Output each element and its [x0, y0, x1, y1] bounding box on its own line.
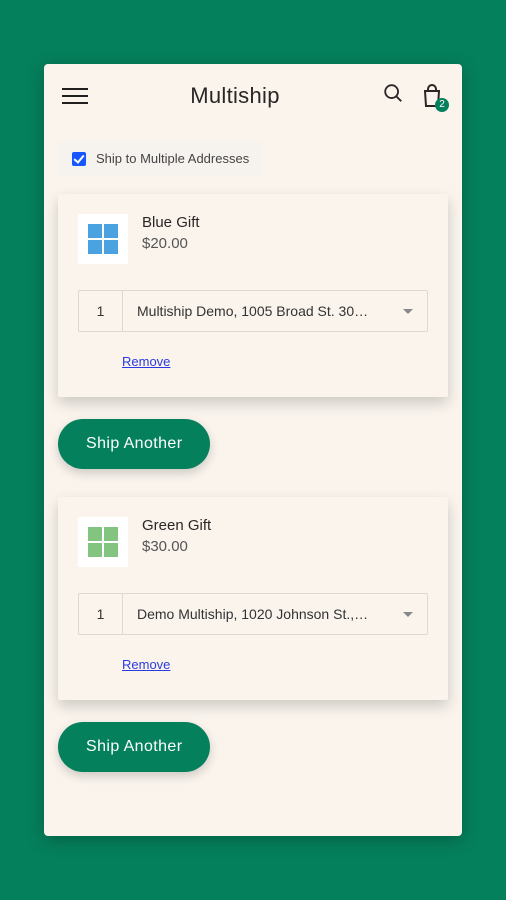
address-value: Multiship Demo, 1005 Broad St. 30… [137, 303, 397, 319]
page-title: Multiship [102, 83, 368, 109]
product-thumbnail [78, 214, 128, 264]
product-price: $20.00 [142, 235, 200, 252]
multiship-checkbox[interactable] [72, 152, 86, 166]
product-row: Green Gift $30.00 [78, 517, 428, 567]
address-value: Demo Multiship, 1020 Johnson St.,… [137, 606, 397, 622]
content: Ship to Multiple Addresses Blue Gift $20… [44, 123, 462, 836]
shipment-card: Blue Gift $20.00 1 Multiship Demo, 1005 … [58, 194, 448, 397]
product-price: $30.00 [142, 538, 211, 555]
product-row: Blue Gift $20.00 [78, 214, 428, 264]
search-icon[interactable] [382, 82, 404, 109]
chevron-down-icon [403, 309, 413, 314]
remove-link[interactable]: Remove [122, 354, 428, 369]
quantity-address-row: 1 Multiship Demo, 1005 Broad St. 30… [78, 290, 428, 332]
cart-icon[interactable]: 2 [420, 83, 444, 109]
quantity-input[interactable]: 1 [79, 291, 123, 331]
product-name: Green Gift [142, 517, 211, 534]
menu-icon[interactable] [62, 83, 88, 109]
multiship-checkbox-label: Ship to Multiple Addresses [96, 151, 249, 166]
ship-another-button[interactable]: Ship Another [58, 419, 210, 469]
header: Multiship 2 [44, 64, 462, 123]
ship-another-button[interactable]: Ship Another [58, 722, 210, 772]
remove-link[interactable]: Remove [122, 657, 428, 672]
shipment-card: Green Gift $30.00 1 Demo Multiship, 1020… [58, 497, 448, 700]
product-name: Blue Gift [142, 214, 200, 231]
app-frame: Multiship 2 Ship to Multiple Addresses [44, 64, 462, 836]
quantity-address-row: 1 Demo Multiship, 1020 Johnson St.,… [78, 593, 428, 635]
chevron-down-icon [403, 612, 413, 617]
address-select[interactable]: Multiship Demo, 1005 Broad St. 30… [123, 291, 427, 331]
header-actions: 2 [382, 82, 444, 109]
cart-badge: 2 [435, 98, 449, 112]
address-select[interactable]: Demo Multiship, 1020 Johnson St.,… [123, 594, 427, 634]
multiship-toggle-row[interactable]: Ship to Multiple Addresses [58, 141, 263, 176]
product-thumbnail [78, 517, 128, 567]
quantity-input[interactable]: 1 [79, 594, 123, 634]
